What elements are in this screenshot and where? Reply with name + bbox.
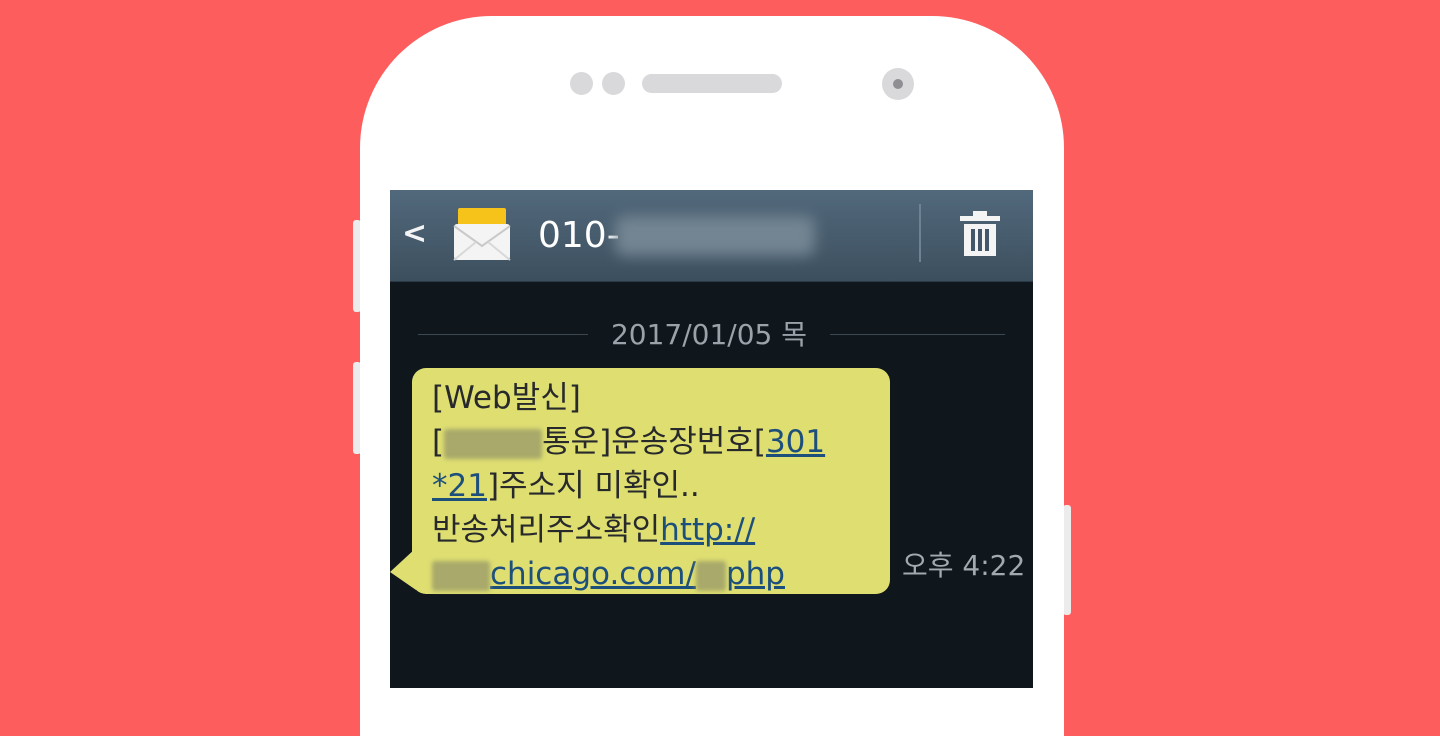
message-timestamp: 오후 4:22 [902,549,1026,582]
tracking-number-link[interactable]: *21 [432,468,487,504]
url-link[interactable]: php [726,556,785,592]
date-divider-left [418,334,588,335]
envelope-icon [453,208,511,261]
proximity-sensor [570,72,593,95]
power-button[interactable] [1063,505,1071,615]
redacted-company [444,428,543,459]
trash-icon[interactable] [958,210,1002,258]
message-line: [Web발신] [432,380,581,416]
message-header-bar: < 010- [390,190,1033,282]
contact-number: 010- [538,215,620,256]
redacted-url-part [695,560,726,591]
url-link[interactable]: http:// [660,512,755,548]
front-camera [882,68,914,100]
earpiece-speaker [642,74,782,93]
message-text: [Web발신] [통운]운송장번호[301 *21]주소지 미확인.. 반송처리… [432,376,872,596]
phone-screen: < 010- 2017/01/05 목 [Web발신] [통운]운송장번호[30… [390,190,1033,688]
message-line: chicago.com/php [432,552,872,596]
redacted-url-part [432,560,490,591]
date-separator: 2017/01/05 목 [610,318,808,351]
message-line: [통운]운송장번호[301 [432,424,826,460]
message-line: 반송처리주소확인http:// [432,512,756,548]
date-divider-right [830,334,1005,335]
header-divider [919,204,921,262]
url-link[interactable]: chicago.com/ [490,556,696,592]
back-icon[interactable]: < [402,217,434,251]
redacted-number [615,216,815,256]
message-line: *21]주소지 미확인.. [432,468,700,504]
tracking-number-link[interactable]: 301 [766,424,825,460]
light-sensor [602,72,625,95]
